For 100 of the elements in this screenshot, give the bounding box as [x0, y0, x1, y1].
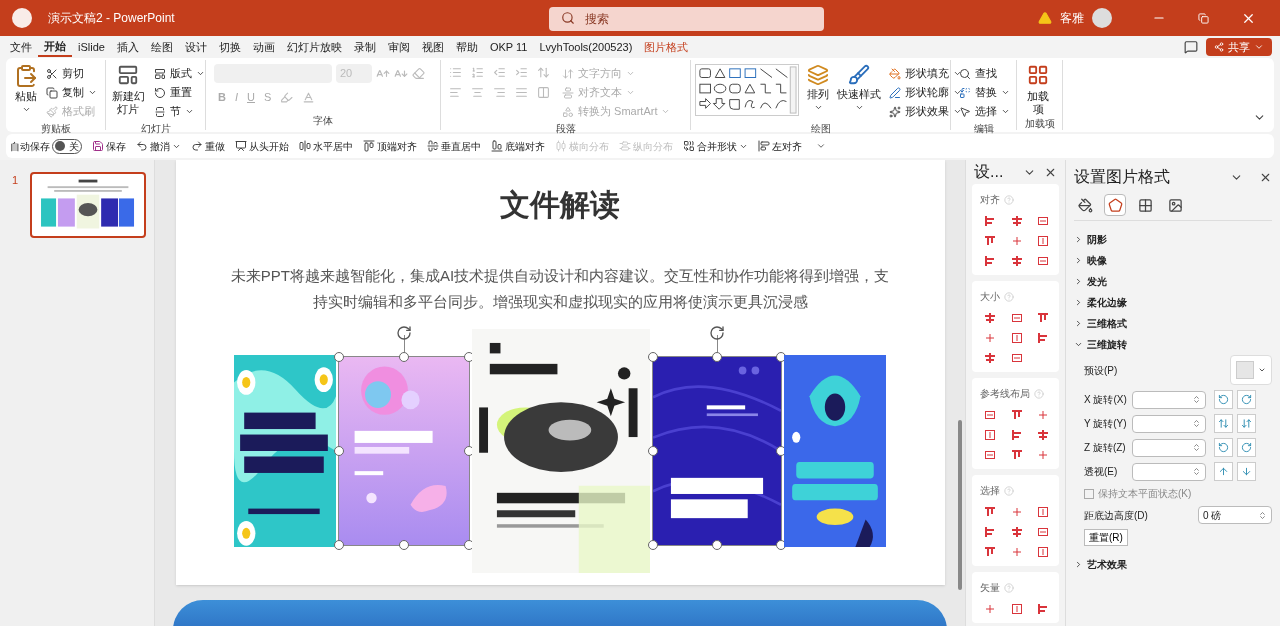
spin-field[interactable]: [1132, 414, 1206, 433]
restore-icon[interactable]: [1198, 12, 1209, 24]
resize-handle[interactable]: [648, 352, 658, 362]
tool-icon[interactable]: [1010, 235, 1023, 247]
tool-icon[interactable]: [1010, 506, 1023, 518]
arrange-button[interactable]: 排列: [807, 64, 829, 112]
ribbon-tab[interactable]: 录制: [347, 37, 382, 57]
rotate-button[interactable]: [1214, 438, 1233, 457]
reset-button[interactable]: 重置(R): [1084, 529, 1128, 546]
spinner-icon[interactable]: [1192, 395, 1201, 404]
tool-icon[interactable]: [984, 526, 996, 538]
resize-handle[interactable]: [399, 352, 409, 362]
resize-handle[interactable]: [712, 540, 722, 550]
tool-icon[interactable]: [984, 352, 996, 364]
toolbar-button[interactable]: 垂直居中: [423, 138, 485, 154]
ribbon-tab[interactable]: iSlide: [72, 37, 111, 57]
tool-icon[interactable]: [1010, 449, 1023, 461]
section-button[interactable]: 节: [150, 102, 209, 121]
toolbar-button[interactable]: 水平居中: [295, 138, 357, 154]
spin-field[interactable]: [1132, 462, 1206, 481]
ribbon-tab[interactable]: OKP 11: [483, 37, 534, 57]
ribbon-tab[interactable]: 帮助: [449, 37, 484, 57]
spin-field[interactable]: [1132, 438, 1206, 457]
ribbon-tab[interactable]: LvyhTools(200523): [533, 37, 639, 57]
section-header[interactable]: 阴影: [1074, 229, 1107, 250]
shape-gallery[interactable]: [695, 64, 799, 116]
ribbon-tab[interactable]: 审阅: [381, 37, 416, 57]
resize-handle[interactable]: [334, 352, 344, 362]
rotate-handle-icon[interactable]: [396, 325, 412, 341]
tool-icon[interactable]: [1010, 429, 1023, 441]
tool-icon[interactable]: [1037, 312, 1050, 324]
resize-handle[interactable]: [334, 540, 344, 550]
tool-icon[interactable]: [1037, 332, 1050, 344]
rotate-button[interactable]: [1214, 462, 1233, 481]
tool-icon[interactable]: [1010, 526, 1023, 538]
tool-icon[interactable]: [1010, 215, 1023, 227]
tool-icon[interactable]: [1010, 546, 1023, 558]
spinner-icon[interactable]: [1192, 443, 1201, 452]
tool-icon[interactable]: [1037, 235, 1050, 247]
ribbon-tab[interactable]: 图片格式: [638, 37, 695, 57]
rotate-button[interactable]: [1237, 438, 1256, 457]
reset-button[interactable]: 重置: [150, 83, 209, 102]
new-slide-button[interactable]: 新建幻灯片: [110, 64, 146, 116]
tool-icon[interactable]: [1037, 526, 1050, 538]
section-header[interactable]: 三维旋转: [1074, 334, 1127, 355]
section-header[interactable]: 三维格式: [1074, 313, 1127, 334]
spinner-icon[interactable]: [1192, 419, 1201, 428]
tool-icon[interactable]: [1010, 312, 1023, 324]
rotate-button[interactable]: [1237, 462, 1256, 481]
toolbar-button[interactable]: 合并形状: [679, 138, 752, 154]
slide-thumbnail[interactable]: [30, 172, 147, 238]
ribbon-tab[interactable]: 视图: [415, 37, 450, 57]
ribbon-tab[interactable]: 文件: [4, 37, 38, 57]
tool-icon[interactable]: [984, 409, 996, 421]
tool-icon[interactable]: [1037, 506, 1050, 518]
resize-handle[interactable]: [648, 446, 658, 456]
tool-icon[interactable]: [1010, 332, 1023, 344]
tool-icon[interactable]: [984, 235, 996, 247]
tool-icon[interactable]: [984, 546, 996, 558]
section-header[interactable]: 映像: [1074, 250, 1107, 271]
toolbar-button[interactable]: 顶端对齐: [359, 138, 421, 154]
resize-handle[interactable]: [334, 446, 344, 456]
resize-handle[interactable]: [648, 540, 658, 550]
resize-handle[interactable]: [712, 352, 722, 362]
spinner-icon[interactable]: [1258, 510, 1267, 520]
share-button[interactable]: 共享: [1206, 38, 1272, 56]
tool-icon[interactable]: [1037, 215, 1050, 227]
toolbar-button[interactable]: 撤消: [132, 138, 185, 154]
distance-field[interactable]: 0 磅: [1198, 506, 1272, 524]
spinner-icon[interactable]: [1192, 467, 1201, 476]
tool-icon[interactable]: [1010, 352, 1023, 364]
cut-button[interactable]: 剪切: [42, 64, 101, 83]
rotate-button[interactable]: [1237, 390, 1256, 409]
tool-icon[interactable]: [1037, 255, 1050, 267]
section-header[interactable]: 发光: [1074, 271, 1107, 292]
ribbon-tab[interactable]: 绘图: [144, 37, 179, 57]
tool-icon[interactable]: [984, 332, 996, 344]
resize-handle[interactable]: [399, 540, 409, 550]
copy-button[interactable]: 复制: [42, 83, 101, 102]
tool-icon[interactable]: [1037, 603, 1050, 615]
scrollbar[interactable]: [958, 420, 962, 590]
toolbar-button[interactable]: 左对齐: [754, 138, 806, 154]
customize-toolbar-icon[interactable]: [816, 141, 826, 151]
tool-icon[interactable]: [984, 215, 996, 227]
rotate-handle-icon[interactable]: [709, 325, 725, 341]
tool-icon[interactable]: [984, 506, 996, 518]
tool-icon[interactable]: [1010, 603, 1023, 615]
quick-styles-button[interactable]: 快速样式: [837, 64, 881, 112]
section-header[interactable]: 柔化边缘: [1074, 292, 1127, 313]
tool-icon[interactable]: [984, 449, 996, 461]
tool-icon[interactable]: [984, 603, 996, 615]
avatar[interactable]: [1092, 8, 1112, 28]
tool-icon[interactable]: [984, 255, 996, 267]
toolbar-button[interactable]: 从头开始: [231, 138, 293, 154]
toolbar-button[interactable]: 底端对齐: [487, 138, 549, 154]
rotate-button[interactable]: [1214, 390, 1233, 409]
paste-button[interactable]: 粘贴: [10, 64, 42, 114]
layout-button[interactable]: 版式: [150, 64, 209, 83]
tool-icon[interactable]: [1037, 409, 1050, 421]
spin-field[interactable]: [1132, 390, 1206, 409]
